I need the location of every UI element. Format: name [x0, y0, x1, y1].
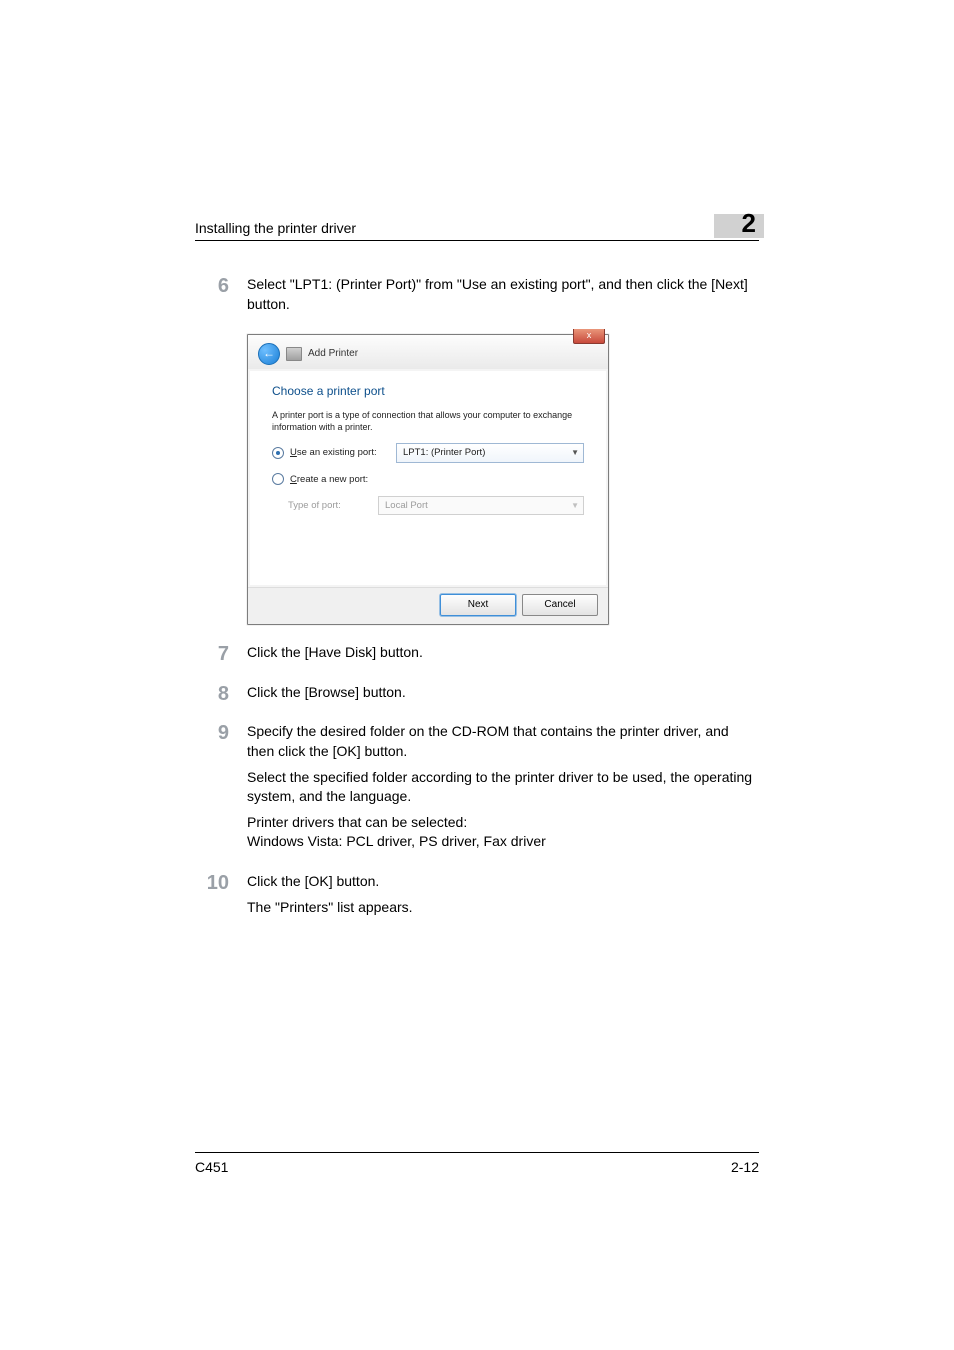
page-header: Installing the printer driver 2: [195, 210, 759, 241]
type-of-port-label: Type of port:: [288, 499, 372, 512]
step-body: Click the [Have Disk] button.: [247, 643, 759, 669]
step-text: Select the specified folder according to…: [247, 768, 759, 807]
step-text: Click the [Browse] button.: [247, 683, 759, 703]
step-text: Click the [OK] button.: [247, 872, 759, 892]
radio-existing[interactable]: [272, 447, 284, 459]
step-body: Select "LPT1: (Printer Port)" from "Use …: [247, 275, 759, 320]
cancel-button[interactable]: Cancel: [522, 594, 598, 616]
dialog-heading: Choose a printer port: [272, 383, 584, 400]
back-icon[interactable]: ←: [258, 343, 280, 365]
step-number: 6: [195, 275, 229, 320]
type-of-port-value: Local Port: [385, 499, 428, 512]
step-8: 8 Click the [Browse] button.: [195, 683, 759, 709]
radio-create-label: Create a new port:: [290, 473, 390, 486]
radio-existing-label: Use an existing port:: [290, 446, 390, 459]
step-6: 6 Select "LPT1: (Printer Port)" from "Us…: [195, 275, 759, 320]
footer-right: 2-12: [731, 1159, 759, 1175]
step-body: Specify the desired folder on the CD-ROM…: [247, 722, 759, 858]
type-of-port-select: Local Port ▼: [378, 496, 584, 515]
type-of-port-row: Type of port: Local Port ▼: [288, 496, 584, 515]
radio-create[interactable]: [272, 473, 284, 485]
page-footer: C451 2-12: [195, 1152, 759, 1175]
step-7: 7 Click the [Have Disk] button.: [195, 643, 759, 669]
step-text: Select "LPT1: (Printer Port)" from "Use …: [247, 275, 759, 314]
chapter-marker: 2: [742, 210, 759, 236]
step-text: The "Printers" list appears.: [247, 898, 759, 918]
printer-icon: [286, 347, 302, 361]
dialog-description: A printer port is a type of connection t…: [272, 410, 584, 433]
option-use-existing[interactable]: Use an existing port: LPT1: (Printer Por…: [272, 443, 584, 462]
step-text: Click the [Have Disk] button.: [247, 643, 759, 663]
footer-left: C451: [195, 1159, 228, 1175]
step-number: 9: [195, 722, 229, 858]
dialog-footer: Next Cancel: [248, 587, 608, 624]
step-10: 10 Click the [OK] button. The "Printers"…: [195, 872, 759, 923]
dialog-illustration: x ← Add Printer Choose a printer port A …: [247, 334, 759, 625]
next-button[interactable]: Next: [440, 594, 516, 616]
chevron-down-icon: ▼: [571, 500, 579, 511]
chapter-number: 2: [742, 210, 759, 236]
dialog-titlebar: ← Add Printer: [248, 335, 608, 369]
step-number: 7: [195, 643, 229, 669]
step-number: 10: [195, 872, 229, 923]
close-button[interactable]: x: [573, 329, 605, 344]
body-content: 6 Select "LPT1: (Printer Port)" from "Us…: [195, 241, 759, 923]
existing-port-select[interactable]: LPT1: (Printer Port) ▼: [396, 443, 584, 462]
existing-port-value: LPT1: (Printer Port): [403, 446, 485, 459]
step-text: Specify the desired folder on the CD-ROM…: [247, 722, 759, 761]
chevron-down-icon: ▼: [571, 447, 579, 458]
option-create-new[interactable]: Create a new port:: [272, 473, 584, 486]
dialog-title: Add Printer: [308, 347, 358, 361]
dialog-content: Choose a printer port A printer port is …: [250, 371, 606, 585]
step-text: Printer drivers that can be selected:: [247, 813, 759, 833]
step-body: Click the [Browse] button.: [247, 683, 759, 709]
step-9: 9 Specify the desired folder on the CD-R…: [195, 722, 759, 858]
running-title: Installing the printer driver: [195, 220, 356, 236]
add-printer-dialog: x ← Add Printer Choose a printer port A …: [247, 334, 609, 625]
step-text: Windows Vista: PCL driver, PS driver, Fa…: [247, 832, 759, 852]
step-body: Click the [OK] button. The "Printers" li…: [247, 872, 759, 923]
step-number: 8: [195, 683, 229, 709]
